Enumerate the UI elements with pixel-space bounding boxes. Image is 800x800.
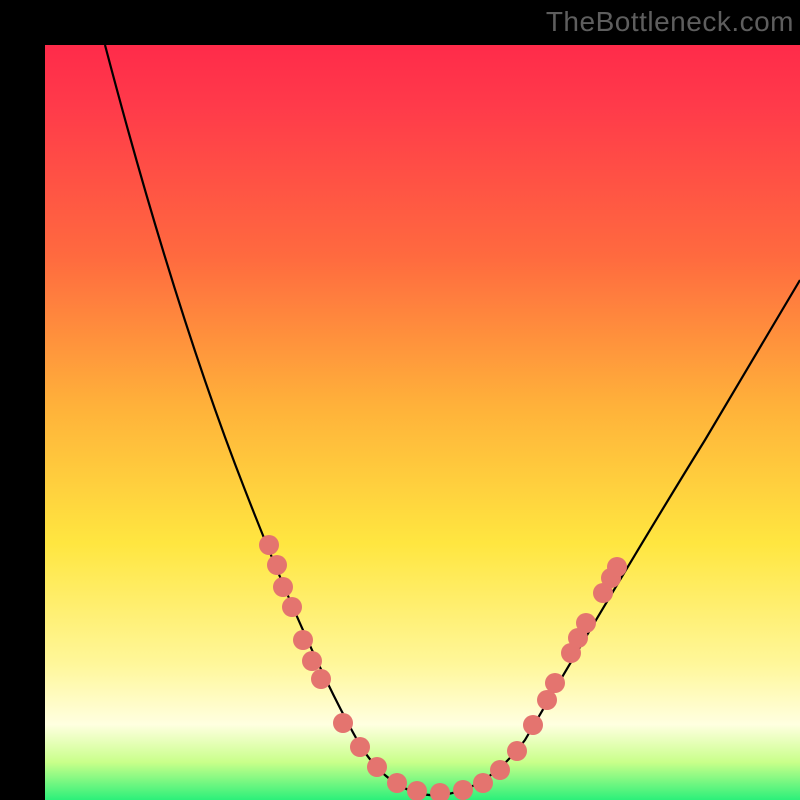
- marker-dot: [350, 737, 370, 757]
- marker-dot: [311, 669, 331, 689]
- marker-dot: [545, 673, 565, 693]
- marker-dot: [537, 690, 557, 710]
- plot-area: [45, 45, 800, 800]
- marker-dot: [507, 741, 527, 761]
- chart-frame: TheBottleneck.com: [0, 0, 800, 800]
- marker-dot: [607, 557, 627, 577]
- marker-dot: [367, 757, 387, 777]
- marker-dot: [267, 555, 287, 575]
- marker-dot: [490, 760, 510, 780]
- marker-dot: [523, 715, 543, 735]
- bottleneck-curve: [45, 45, 800, 800]
- marker-dot: [407, 781, 427, 800]
- marker-dot: [430, 783, 450, 800]
- marker-dot: [576, 613, 596, 633]
- marker-dot: [273, 577, 293, 597]
- marker-dot: [387, 773, 407, 793]
- marker-dot: [333, 713, 353, 733]
- marker-dot: [473, 773, 493, 793]
- curve-markers: [259, 535, 627, 800]
- marker-dot: [282, 597, 302, 617]
- marker-dot: [293, 630, 313, 650]
- marker-dot: [259, 535, 279, 555]
- marker-dot: [302, 651, 322, 671]
- watermark-text: TheBottleneck.com: [546, 6, 794, 38]
- marker-dot: [453, 780, 473, 800]
- curve-path: [105, 45, 800, 795]
